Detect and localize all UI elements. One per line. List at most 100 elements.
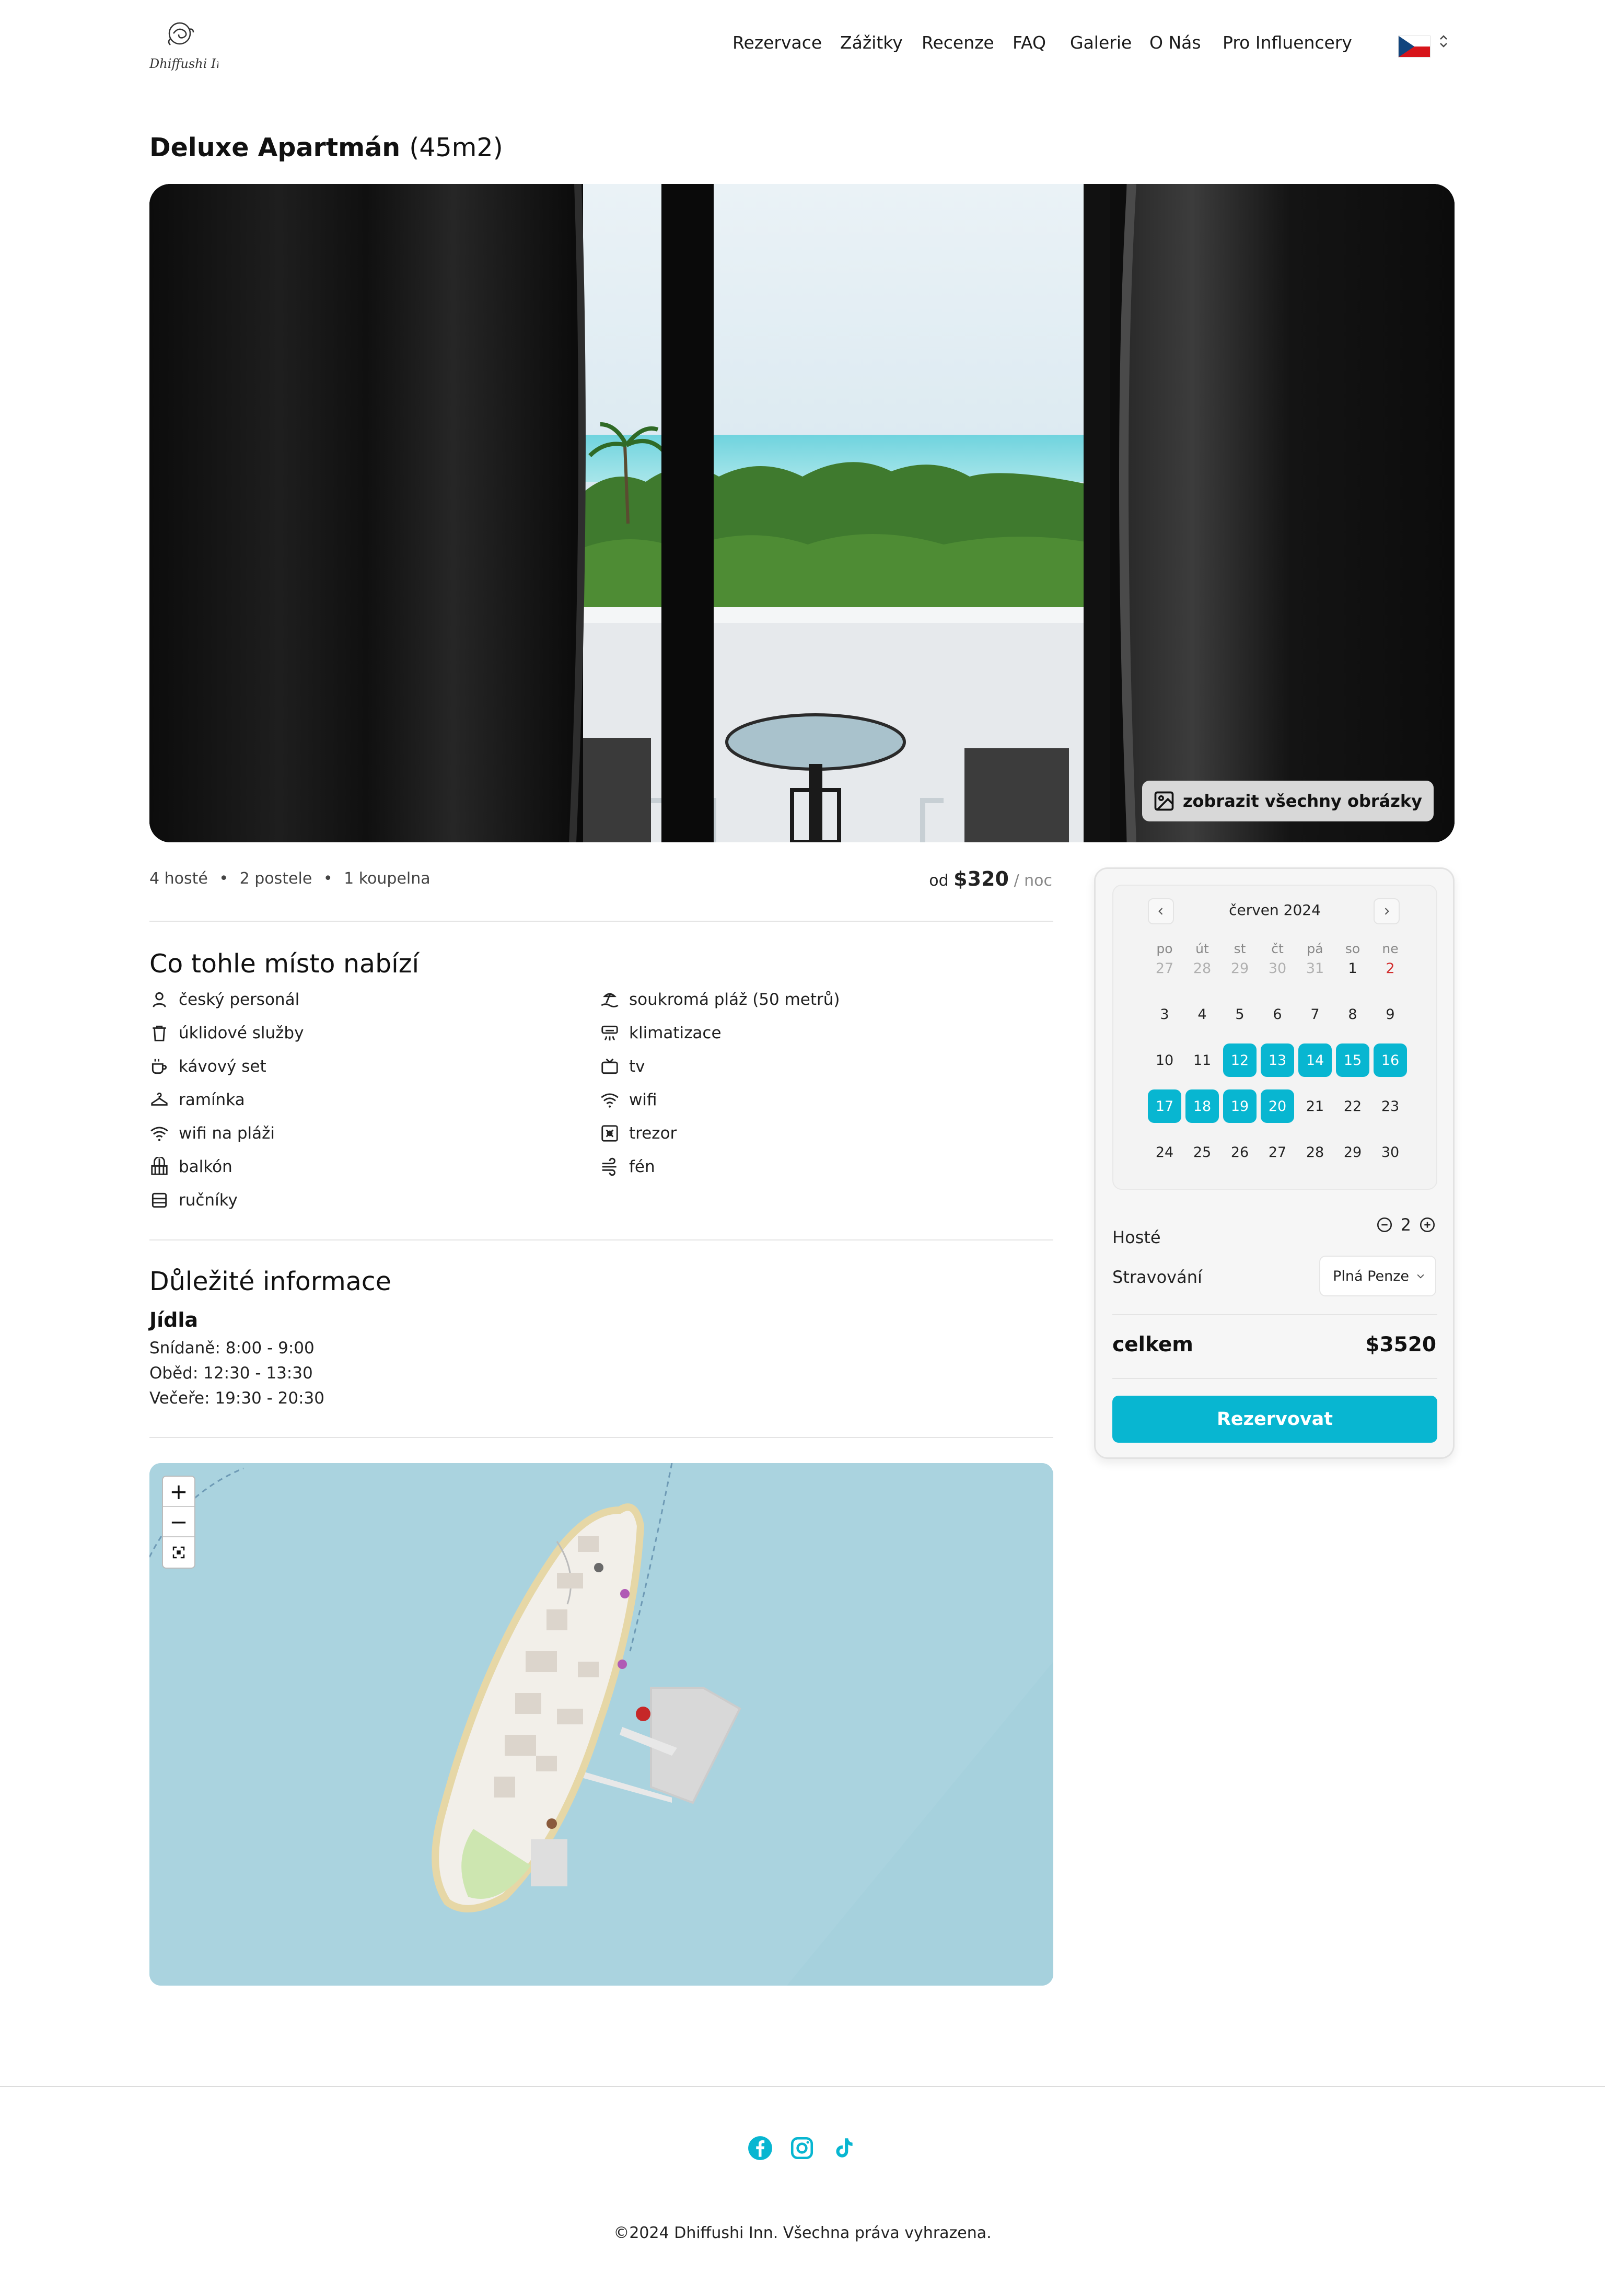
meal-plan-select[interactable]: Plná Penze (1319, 1256, 1436, 1296)
calendar-day[interactable]: 14 (1298, 1043, 1332, 1077)
calendar-day[interactable]: 31 (1298, 952, 1332, 985)
calendar-day[interactable]: 16 (1374, 1043, 1407, 1077)
decrease-guests-button[interactable] (1376, 1216, 1393, 1234)
wind-icon (602, 1157, 617, 1176)
calendar-day[interactable]: 30 (1374, 1135, 1407, 1169)
baths-count: 1 koupelna (344, 869, 431, 888)
zoom-in-button[interactable]: + (163, 1477, 194, 1507)
calendar-day[interactable]: 3 (1148, 998, 1181, 1031)
calendar-day[interactable]: 2 (1374, 952, 1407, 985)
nav-item-o-nas[interactable]: O Nás (1149, 32, 1201, 53)
instagram-icon[interactable] (789, 2135, 815, 2161)
info-heading: Důležité informace (149, 1267, 391, 1296)
calendar-day[interactable]: 13 (1261, 1043, 1294, 1077)
copyright: ©2024 Dhiffushi Inn. Všechna práva vyhra… (613, 2224, 992, 2242)
calendar-day[interactable]: 12 (1223, 1043, 1257, 1077)
amenity-label: soukromá pláž (50 metrů) (629, 990, 840, 1009)
footer-divider (0, 2086, 1605, 2087)
nav-item-faq[interactable]: FAQ (1013, 32, 1046, 53)
calendar-day[interactable]: 21 (1298, 1089, 1332, 1123)
calendar-day[interactable]: 24 (1148, 1135, 1181, 1169)
calendar-day[interactable]: 5 (1223, 998, 1257, 1031)
room-photo[interactable]: zobrazit všechny obrázky (149, 184, 1455, 842)
increase-guests-button[interactable] (1418, 1216, 1436, 1234)
calendar-day[interactable]: 20 (1261, 1089, 1294, 1123)
balcony-icon (151, 1157, 168, 1175)
divider (1112, 1378, 1437, 1379)
hanger-icon (151, 1092, 168, 1106)
meal-plan-value: Plná Penze (1333, 1268, 1409, 1284)
calendar-day[interactable]: 28 (1185, 952, 1219, 985)
calendar-day[interactable]: 8 (1336, 998, 1369, 1031)
amenity-safe: trezor (600, 1123, 677, 1143)
room-title: Deluxe Apartmán (149, 133, 401, 163)
amenity-label: ramínka (179, 1091, 245, 1109)
calendar-day[interactable]: 19 (1223, 1089, 1257, 1123)
book-button[interactable]: Rezervovat (1112, 1396, 1437, 1443)
calendar-day[interactable]: 9 (1374, 998, 1407, 1031)
meal-plan-label: Stravování (1112, 1267, 1202, 1287)
plus-circle-icon (1420, 1217, 1435, 1233)
calendar-day[interactable]: 30 (1261, 952, 1294, 985)
calendar-day[interactable]: 7 (1298, 998, 1332, 1031)
calendar-day[interactable]: 15 (1336, 1043, 1369, 1077)
calendar-day[interactable]: 22 (1336, 1089, 1369, 1123)
zoom-out-button[interactable]: − (163, 1507, 194, 1537)
calendar-day[interactable]: 29 (1336, 1135, 1369, 1169)
amenity-label: kávový set (179, 1057, 266, 1076)
price-from: od (929, 872, 949, 890)
czech-flag-icon[interactable] (1398, 36, 1430, 57)
nav-item-rezervace[interactable]: Rezervace (732, 32, 822, 53)
divider (149, 1437, 1053, 1438)
fullscreen-button[interactable] (163, 1537, 194, 1568)
calendar-day[interactable]: 26 (1223, 1135, 1257, 1169)
lunch-time: Oběd: 12:30 - 13:30 (149, 1364, 313, 1383)
amenity-beach-wifi: wifi na pláži (149, 1123, 275, 1143)
amenities-heading: Co tohle místo nabízí (149, 949, 420, 979)
facebook-icon[interactable] (747, 2135, 773, 2161)
tiktok-icon[interactable] (831, 2135, 857, 2161)
amenity-wifi: wifi (600, 1090, 657, 1110)
air-conditioner-icon (601, 1025, 618, 1041)
calendar-day[interactable]: 1 (1336, 952, 1369, 985)
calendar-day[interactable]: 6 (1261, 998, 1294, 1031)
safe-icon (601, 1125, 618, 1142)
amenity-label: wifi na pláži (179, 1124, 275, 1143)
amenity-balcony: balkón (149, 1157, 232, 1177)
divider (149, 1239, 1053, 1240)
nav-item-galerie[interactable]: Galerie (1070, 32, 1132, 53)
balcony-view-image (149, 184, 1455, 842)
next-month-button[interactable] (1374, 898, 1400, 924)
date-picker-calendar: červen 2024 po út st čt pá so ne 27 28 29 30 31 1 2 3… (1112, 885, 1437, 1190)
beach-icon (601, 992, 619, 1007)
calendar-day[interactable]: 10 (1148, 1043, 1181, 1077)
wifi-icon (601, 1093, 619, 1108)
calendar-day[interactable]: 17 (1148, 1089, 1181, 1123)
towel-icon (152, 1192, 167, 1208)
location-map[interactable]: + − (149, 1463, 1053, 1986)
separator: • (219, 869, 229, 888)
calendar-day[interactable]: 27 (1148, 952, 1181, 985)
amenity-hair-dryer: fén (600, 1157, 655, 1177)
show-all-photos-button[interactable]: zobrazit všechny obrázky (1142, 781, 1434, 821)
calendar-day[interactable]: 27 (1261, 1135, 1294, 1169)
calendar-day[interactable]: 25 (1185, 1135, 1219, 1169)
room-capacity: 4 hosté • 2 postele • 1 koupelna (149, 869, 431, 888)
calendar-day[interactable]: 28 (1298, 1135, 1332, 1169)
calendar-day[interactable]: 29 (1223, 952, 1257, 985)
amenity-tv: tv (600, 1057, 645, 1076)
nav-item-zazitky[interactable]: Zážitky (840, 32, 903, 53)
divider (1112, 1314, 1437, 1315)
calendar-day[interactable]: 23 (1374, 1089, 1407, 1123)
logo[interactable]: Dhiffushi Inn (149, 18, 232, 74)
nav-item-recenze[interactable]: Recenze (922, 32, 994, 53)
amenity-cleaning: úklidové služby (149, 1023, 304, 1043)
calendar-day[interactable]: 4 (1185, 998, 1219, 1031)
amenity-label: fén (629, 1157, 655, 1176)
calendar-day[interactable]: 18 (1185, 1089, 1219, 1123)
language-select-chevron-icon[interactable] (1438, 32, 1449, 54)
nav-item-pro-influencery[interactable]: Pro Influencery (1223, 32, 1352, 53)
island-map-image (149, 1463, 1053, 1986)
calendar-day[interactable]: 11 (1185, 1043, 1219, 1077)
room-size: (45m2) (409, 133, 503, 163)
